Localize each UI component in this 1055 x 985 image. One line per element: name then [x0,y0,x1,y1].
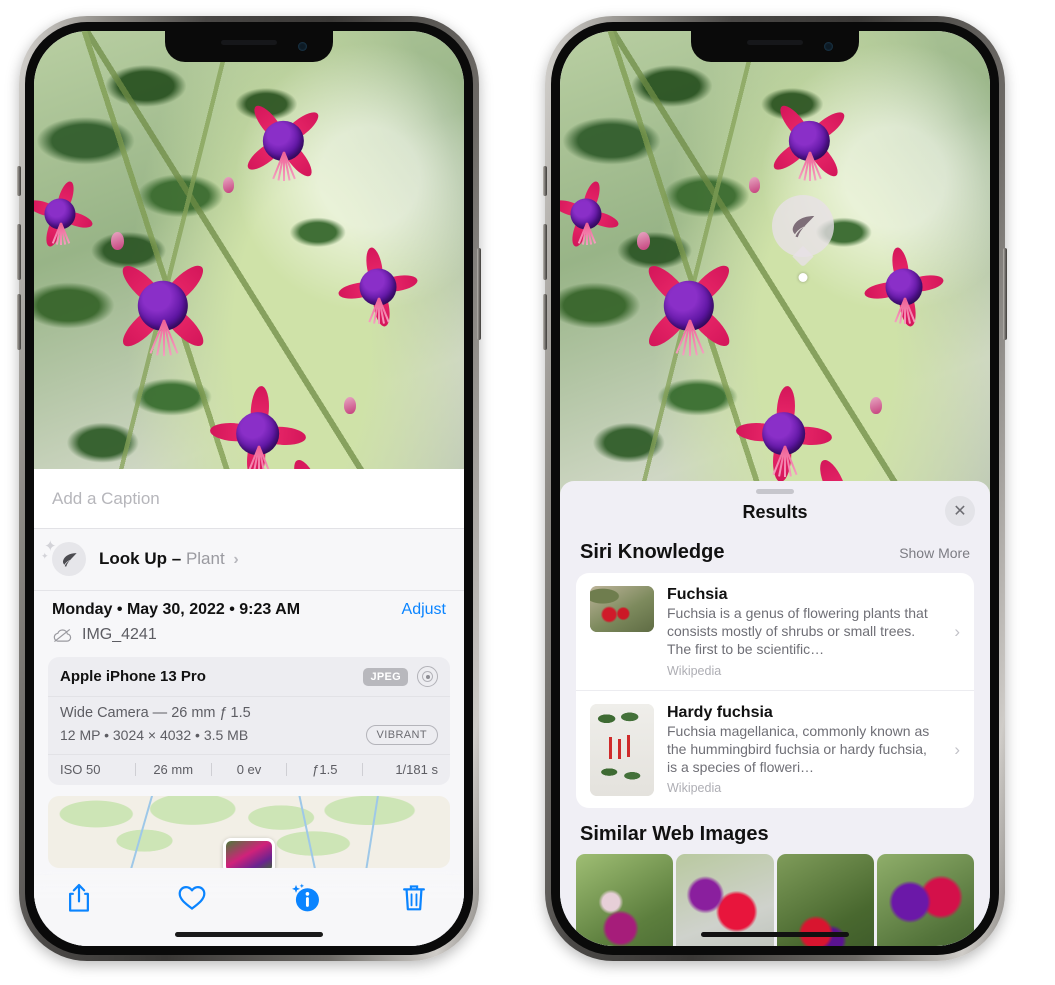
look-up-dash: – [171,549,182,568]
leaf-icon: ✦ ✦ [41,539,86,576]
power-button[interactable] [1003,248,1007,340]
results-sheet: Results ✕ Siri Knowledge Show More Fuchs… [560,481,990,946]
mute-switch[interactable] [543,166,547,196]
fuchsia-blossom [761,93,857,189]
map-waterway [297,796,319,868]
earpiece-speaker [747,40,803,45]
format-badge: JPEG [363,667,408,686]
style-badge: VIBRANT [365,725,438,745]
show-more-button[interactable]: Show More [899,545,970,561]
fuchsia-blossom [235,93,331,189]
web-image-thumbnail[interactable] [876,853,974,946]
section-title: Siri Knowledge [580,541,725,563]
map-photo-pin[interactable] [223,838,275,868]
fuchsia-blossom [629,246,749,366]
volume-up-button[interactable] [17,224,21,280]
list-item[interactable]: Hardy fuchsia Fuchsia magellanica, commo… [576,689,974,808]
web-image-thumbnail[interactable] [576,853,674,946]
volume-down-button[interactable] [17,294,21,350]
fuchsia-blossom [103,246,223,366]
volume-up-button[interactable] [543,224,547,280]
image-specs: 12 MP • 3024 × 4032 • 3.5 MB [60,727,249,743]
result-title: Fuchsia [667,586,728,603]
fuchsia-blossom [560,177,623,251]
screen-left: Add a Caption ✦ ✦ Look Up – Plant › Mond… [34,31,464,946]
fuchsia-blossom [732,382,836,486]
leaf-icon [772,195,834,257]
look-up-row[interactable]: ✦ ✦ Look Up – Plant › [34,529,464,590]
icloud-off-icon [53,628,72,642]
visual-lookup-pin[interactable] [772,195,834,282]
flower-bud [749,177,761,193]
chevron-right-icon: › [233,551,239,568]
power-button[interactable] [477,248,481,340]
caption-input[interactable]: Add a Caption [34,469,464,529]
front-camera [824,42,833,51]
knowledge-card: Fuchsia Fuchsia is a genus of flowering … [576,573,974,808]
date-block: Monday • May 30, 2022 • 9:23 AM Adjust I… [34,590,464,644]
flower-bud [343,397,356,414]
result-thumbnail [590,703,654,796]
result-description: Fuchsia is a genus of flowering plants t… [667,605,928,657]
lens-icon [417,666,438,687]
delete-button[interactable] [400,882,434,916]
result-description: Fuchsia magellanica, commonly known as t… [667,722,930,775]
look-up-title: Look Up [99,549,167,568]
similar-web-images-title: Similar Web Images [580,822,769,845]
siri-knowledge-header: Siri Knowledge Show More [560,537,990,573]
sheet-title: Results [742,502,808,522]
exif-value: 26 mm [153,762,194,777]
map-waterway [362,796,380,868]
volume-down-button[interactable] [543,294,547,350]
flower-bud [869,397,882,414]
photo-date: Monday • May 30, 2022 • 9:23 AM [52,601,301,618]
pin-anchor-dot [798,273,808,282]
exif-value: ISO 50 [60,762,101,777]
camera-metadata-card[interactable]: Apple iPhone 13 Pro JPEG Wide Camera — 2… [48,657,450,785]
exif-value: 1/181 s [395,762,438,777]
phone-device-left: Add a Caption ✦ ✦ Look Up – Plant › Mond… [17,16,481,961]
chevron-right-icon: › [954,621,960,641]
fuchsia-blossom [34,177,97,251]
earpiece-speaker [221,40,277,45]
notch [691,31,859,62]
location-map[interactable] [48,796,450,868]
look-up-label: Look Up – Plant › [99,549,239,569]
list-item[interactable]: Fuchsia Fuchsia is a genus of flowering … [576,573,974,690]
home-indicator[interactable] [175,932,323,937]
front-camera [298,42,307,51]
favorite-button[interactable] [176,882,210,916]
adjust-button[interactable]: Adjust [402,601,446,619]
flower-bud [223,177,235,193]
map-waterway [126,796,155,868]
result-source: Wikipedia [667,781,722,796]
exif-row: ISO 50 26 mm 0 ev ƒ1.5 1/181 s [48,755,450,785]
screen-right: Results ✕ Siri Knowledge Show More Fuchs… [560,31,990,946]
close-icon[interactable]: ✕ [945,496,975,526]
result-thumbnail [590,586,654,632]
mute-switch[interactable] [17,166,21,196]
lens-description: Wide Camera — 26 mm ƒ 1.5 [60,705,251,721]
share-button[interactable] [64,882,98,916]
info-button[interactable] [288,882,322,916]
home-indicator[interactable] [701,932,849,937]
phone-device-right: Results ✕ Siri Knowledge Show More Fuchs… [543,16,1007,961]
notch [165,31,333,62]
result-title: Hardy fuchsia [667,703,773,721]
exif-value: ƒ1.5 [312,762,338,777]
photo-filename: IMG_4241 [82,626,157,643]
fuchsia-blossom [860,243,948,331]
chevron-right-icon: › [954,739,960,759]
sparkle-small-icon: ✦ [41,551,49,561]
look-up-subject: Plant [185,549,225,568]
camera-model: Apple iPhone 13 Pro [60,668,206,685]
fuchsia-blossom [334,243,422,331]
result-source: Wikipedia [667,663,722,678]
exif-value: 0 ev [236,762,262,777]
